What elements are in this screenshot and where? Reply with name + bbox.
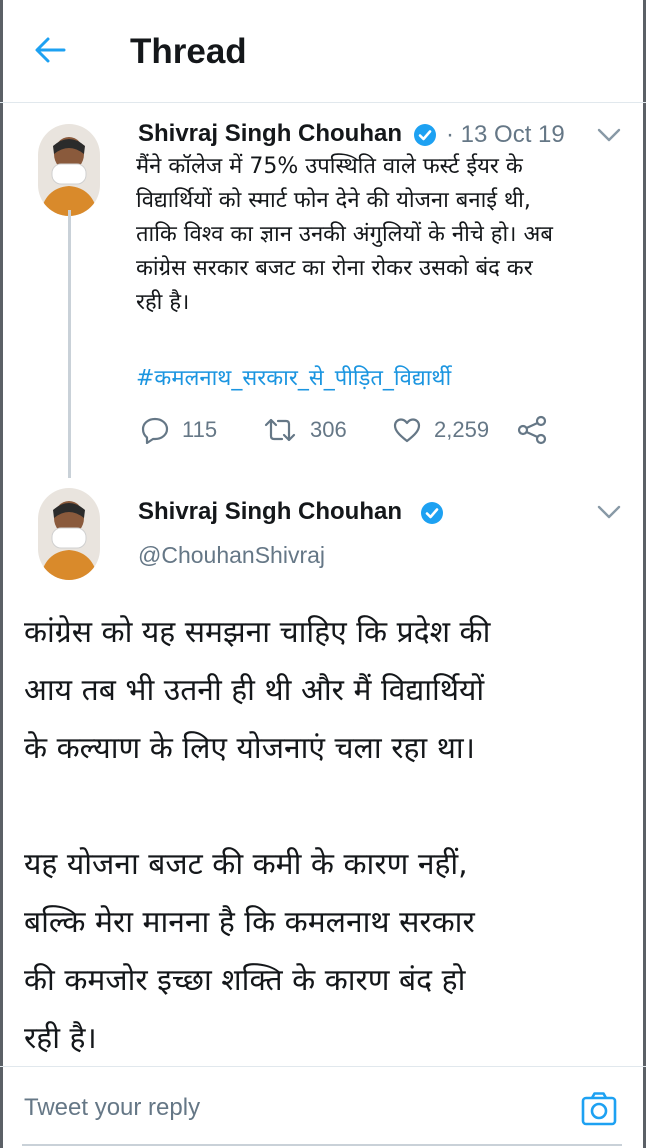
tweet-text: मैंने कॉलेज में 75% उपस्थिति वाले फर्स्ट…: [136, 150, 626, 320]
verified-badge-icon: [414, 124, 436, 146]
tweet-text-line: कांग्रेस को यह समझना चाहिए कि प्रदेश की: [24, 615, 491, 650]
camera-icon[interactable]: [580, 1090, 618, 1128]
author-handle[interactable]: @ChouhanShivraj: [138, 542, 325, 569]
tweet-text-line: यह योजना बजट की कमी के कारण नहीं,: [24, 847, 468, 882]
thread-connector-line: [68, 210, 71, 478]
tweet-text: कांग्रेस को यह समझना चाहिए कि प्रदेश की …: [24, 604, 624, 1068]
tweet-text-line: रही है।: [136, 290, 190, 315]
divider: [0, 1066, 646, 1067]
verified-badge-icon: [421, 502, 443, 524]
reply-action[interactable]: 115: [140, 415, 217, 445]
avatar[interactable]: [38, 124, 100, 216]
chevron-down-icon[interactable]: [596, 126, 622, 144]
hashtag-link[interactable]: #कमलनाथ_सरकार_से_पीड़ित_विद्यार्थी: [136, 362, 451, 392]
tweet-text-line: कांग्रेस सरकार बजट का रोना रोकर उसको बंद…: [136, 256, 533, 281]
tweet-text-line: के कल्याण के लिए योजनाएं चला रहा था।: [24, 731, 476, 766]
chevron-down-icon[interactable]: [596, 503, 622, 521]
tweet-text-line: आय तब भी उतनी ही थी और मैं विद्यार्थियों: [24, 673, 485, 708]
retweet-action[interactable]: 306: [262, 415, 347, 445]
author-name[interactable]: Shivraj Singh Chouhan: [138, 120, 402, 148]
reply-input[interactable]: Tweet your reply: [24, 1094, 200, 1122]
tweet-date[interactable]: · 13 Oct 19: [446, 121, 565, 149]
heart-icon: [393, 418, 421, 443]
like-action[interactable]: 2,259: [392, 415, 489, 445]
tweet-text-line: [24, 778, 624, 836]
reply-count: 115: [182, 417, 218, 442]
share-icon[interactable]: [516, 415, 548, 445]
tweet-text-line: की कमजोर इच्छा शक्ति के कारण बंद हो: [24, 963, 466, 998]
tweet-text-line: रही है।: [24, 1021, 97, 1056]
reply-icon: [141, 417, 169, 444]
retweet-count: 306: [310, 417, 347, 442]
like-count: 2,259: [434, 417, 490, 442]
arrow-left-icon[interactable]: [30, 30, 70, 70]
tweet-text-line: मैंने कॉलेज में 75% उपस्थिति वाले फर्स्ट…: [136, 154, 523, 179]
tweet-text-line: बल्कि मेरा मानना है कि कमलनाथ सरकार: [24, 905, 475, 940]
author-name[interactable]: Shivraj Singh Chouhan: [138, 498, 402, 526]
tweet-text-line: विद्यार्थियों को स्मार्ट फोन देने की योज…: [136, 188, 531, 213]
thread-header: Thread: [0, 0, 646, 103]
tweet-text-line: ताकि विश्व का ज्ञान उनकी अंगुलियों के नी…: [136, 222, 553, 247]
retweet-icon: [264, 418, 296, 442]
page-title: Thread: [130, 32, 247, 71]
avatar[interactable]: [38, 488, 100, 580]
reply-underline: [22, 1144, 622, 1146]
